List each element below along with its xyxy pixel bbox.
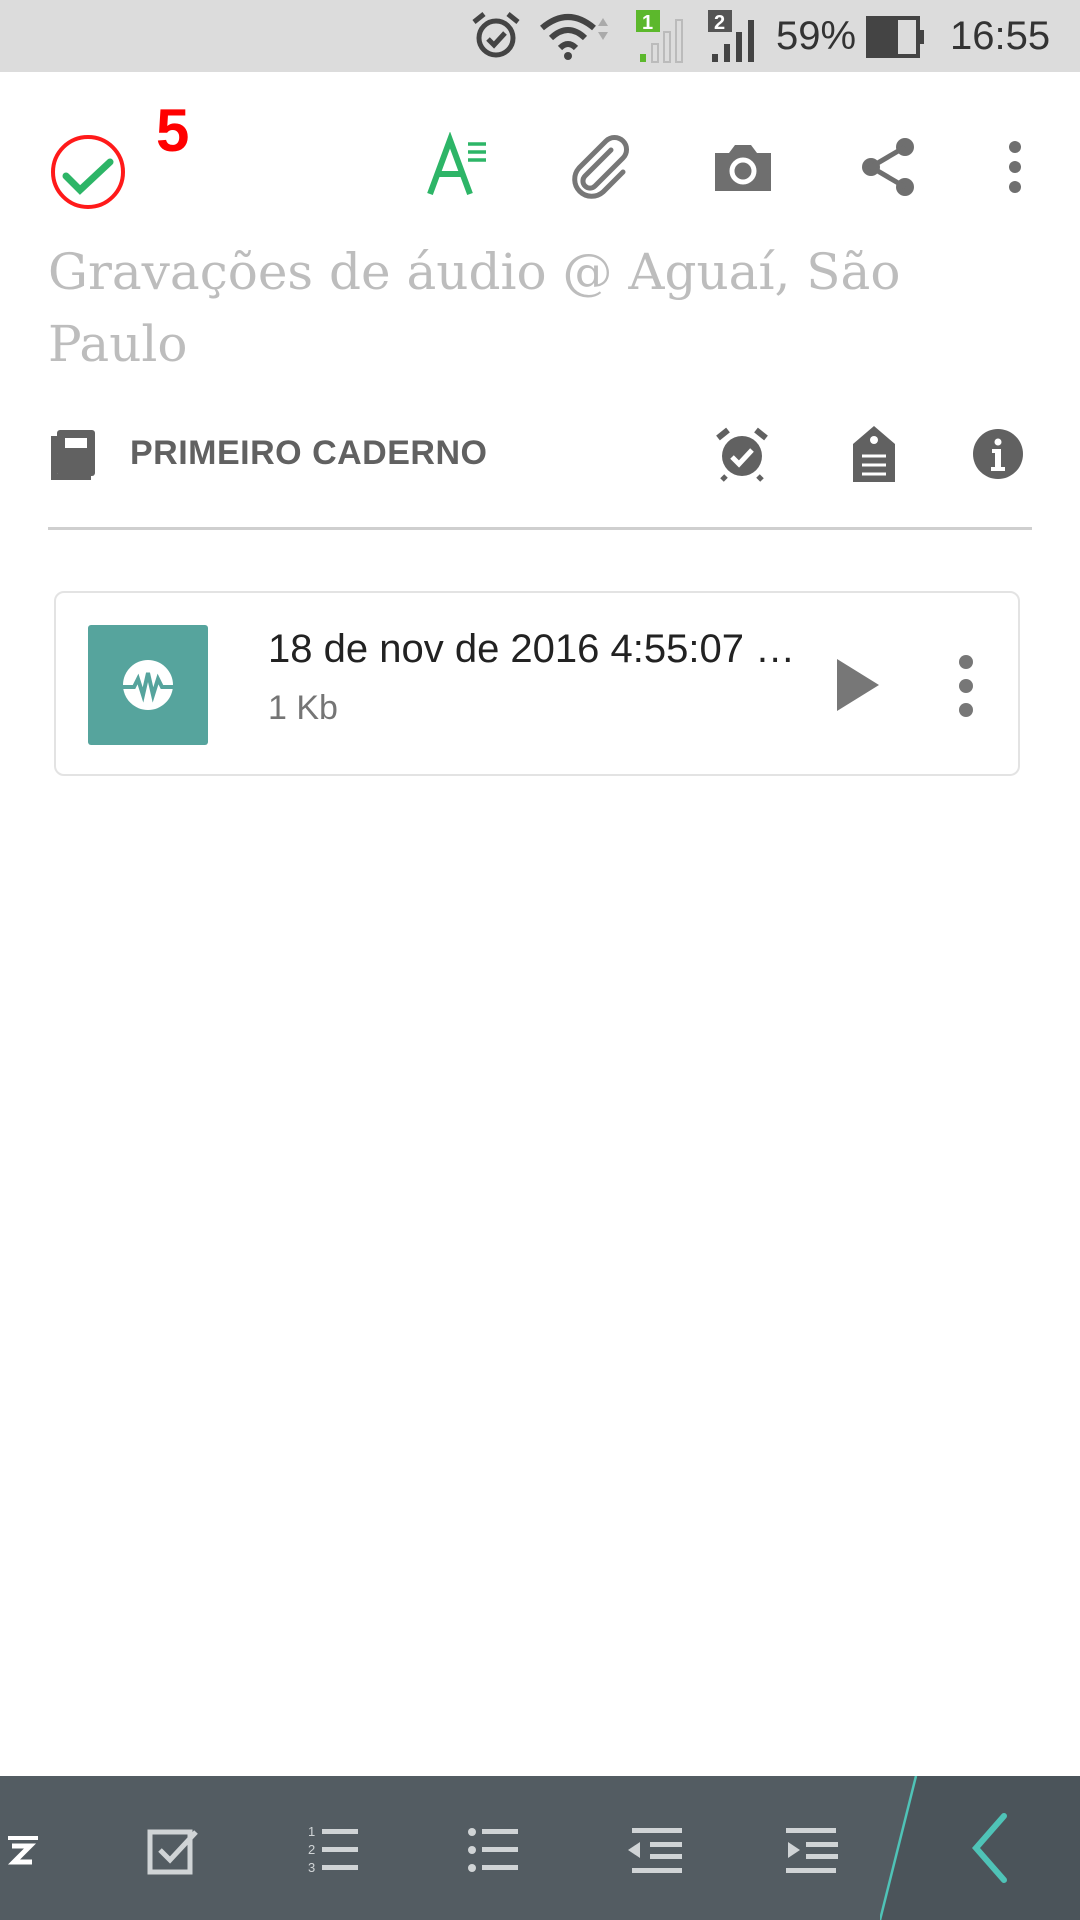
note-toolbar: 5 (0, 72, 1080, 242)
audio-waveform-icon (122, 660, 174, 710)
share-button[interactable] (844, 122, 934, 212)
camera-icon (715, 145, 771, 191)
more-vertical-icon (1009, 141, 1021, 193)
highlight-button[interactable] (0, 1810, 58, 1890)
sim2-signal-icon: 2 (708, 10, 764, 68)
note-meta-row: PRIMEIRO CADERNO (48, 420, 1032, 490)
text-format-icon (427, 132, 486, 196)
wifi-icon (538, 10, 608, 66)
indent-icon (786, 1828, 838, 1873)
svg-text:2: 2 (714, 12, 725, 34)
more-options-button[interactable] (970, 122, 1060, 212)
svg-text:2: 2 (308, 1842, 315, 1857)
play-icon (837, 659, 879, 711)
attachment-more-button[interactable] (946, 643, 986, 729)
outdent-button[interactable] (614, 1810, 694, 1890)
battery-icon (866, 16, 926, 62)
reminder-icon (716, 427, 768, 482)
checkmark-icon (51, 135, 125, 209)
info-button[interactable] (968, 424, 1028, 484)
checkbox-icon (147, 1829, 198, 1875)
more-vertical-icon (959, 655, 973, 717)
clock-time: 16:55 (950, 14, 1051, 58)
note-title[interactable]: Gravações de áudio @ Aguaí, São Paulo (48, 236, 1048, 380)
bulleted-list-button[interactable] (454, 1810, 534, 1890)
info-icon (973, 429, 1023, 479)
attachment-size: 1 Kb (268, 689, 338, 727)
audio-attachment-card[interactable]: 18 de nov de 2016 4:55:07 … 1 Kb (54, 591, 1020, 776)
notebook-selector[interactable]: PRIMEIRO CADERNO (130, 434, 487, 473)
camera-button[interactable] (698, 122, 788, 212)
notebook-icon (44, 424, 104, 484)
svg-text:1: 1 (308, 1824, 315, 1839)
done-button[interactable]: 5 (46, 97, 189, 222)
numbered-list-button[interactable]: 1 2 3 (294, 1810, 374, 1890)
indent-button[interactable] (774, 1810, 854, 1890)
checkbox-button[interactable] (134, 1810, 214, 1890)
reminder-button[interactable] (712, 424, 772, 484)
format-toolbar: 1 2 3 (0, 1776, 1080, 1920)
battery-percent: 59% (776, 14, 857, 58)
tag-icon (853, 426, 895, 482)
status-bar: 1 2 59% 16:55 (0, 0, 1080, 72)
attachment-name: 18 de nov de 2016 4:55:07 … (268, 627, 796, 671)
sim1-signal-icon: 1 (636, 10, 692, 68)
audio-thumbnail (88, 625, 208, 745)
paperclip-icon (572, 135, 629, 199)
outdent-icon (628, 1828, 682, 1873)
tag-button[interactable] (844, 424, 904, 484)
bulleted-list-icon (468, 1828, 518, 1872)
play-button[interactable] (821, 648, 895, 722)
attach-button[interactable] (555, 122, 645, 212)
text-format-button[interactable] (412, 122, 502, 212)
share-icon (862, 138, 914, 196)
numbered-list-icon: 1 2 3 (308, 1824, 358, 1875)
highlight-icon (7, 1836, 38, 1865)
alarm-icon (470, 10, 522, 66)
divider (48, 527, 1032, 530)
collapse-format-bar-button[interactable] (878, 1776, 1080, 1920)
svg-text:1: 1 (642, 12, 653, 34)
annotation-number: 5 (156, 97, 190, 164)
svg-text:3: 3 (308, 1860, 315, 1875)
